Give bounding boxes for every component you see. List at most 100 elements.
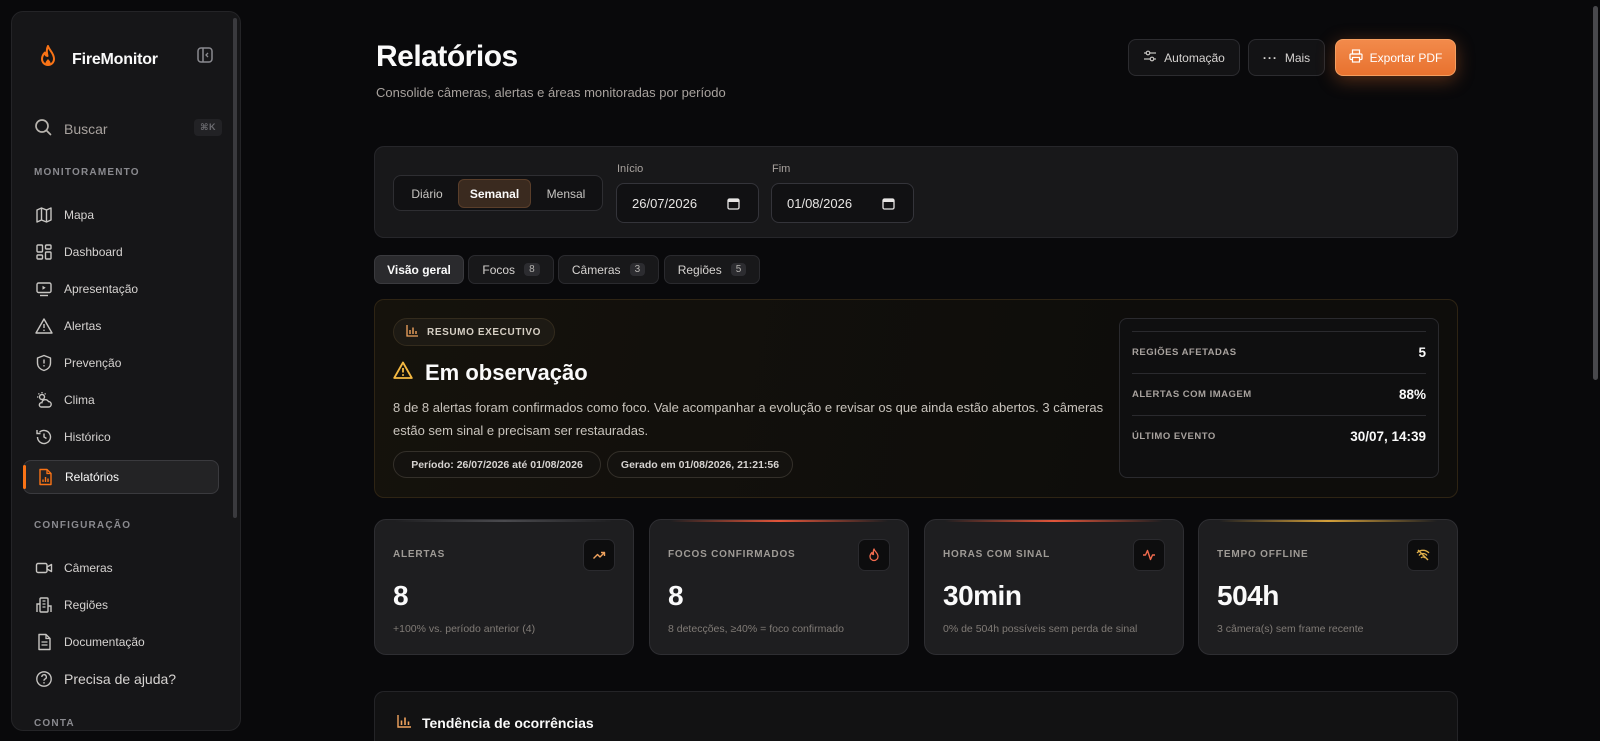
trend-up-icon bbox=[583, 539, 615, 571]
kpi-value: 30min bbox=[943, 580, 1022, 611]
automation-label: Automação bbox=[1164, 50, 1225, 65]
section-title-monitoramento: MONITORAMENTO bbox=[34, 167, 140, 178]
page-subtitle: Consolide câmeras, alertas e áreas monit… bbox=[376, 85, 726, 100]
sidebar-item-label: Relatórios bbox=[65, 470, 120, 484]
section-title-configuracao: CONFIGURAÇÃO bbox=[34, 520, 132, 531]
sidebar-item-cameras[interactable]: Câmeras bbox=[23, 551, 219, 585]
kpi-card-tempo-offline[interactable]: TEMPO OFFLINE 504h 3 câmera(s) sem frame… bbox=[1198, 519, 1458, 655]
stat-label: ALERTAS COM IMAGEM bbox=[1132, 389, 1252, 400]
sidebar-scrollbar[interactable] bbox=[233, 18, 237, 518]
sidebar-item-documentacao[interactable]: Documentação bbox=[23, 625, 219, 659]
tab-label: Regiões bbox=[677, 262, 722, 277]
more-button[interactable]: ··· Mais bbox=[1248, 39, 1325, 76]
history-icon bbox=[35, 428, 53, 446]
search-button[interactable]: Buscar ⌘K bbox=[34, 115, 222, 143]
sidebar-item-historico[interactable]: Histórico bbox=[23, 420, 219, 454]
sidebar-item-label: Mapa bbox=[64, 208, 95, 222]
stat-label: REGIÕES AFETADAS bbox=[1132, 347, 1237, 358]
start-date-label: Início bbox=[617, 163, 644, 175]
sidebar-item-alertas[interactable]: Alertas bbox=[23, 309, 219, 343]
page-scrollbar[interactable] bbox=[1593, 6, 1598, 380]
alert-icon bbox=[35, 317, 53, 335]
sidebar-item-label: Prevenção bbox=[64, 356, 122, 370]
end-date-value: 01/08/2026 bbox=[787, 195, 853, 211]
end-date-label: Fim bbox=[772, 163, 791, 175]
bar-chart-icon bbox=[397, 714, 412, 731]
sidebar-item-regioes[interactable]: Regiões bbox=[23, 588, 219, 622]
sidebar-item-label: Apresentação bbox=[64, 282, 139, 296]
tab-label: Visão geral bbox=[387, 262, 451, 277]
sidebar-item-label: Documentação bbox=[64, 635, 145, 649]
flame-icon bbox=[858, 539, 890, 571]
kpi-accent-line bbox=[945, 520, 1163, 522]
sidebar-item-apresentacao[interactable]: Apresentação bbox=[23, 272, 219, 306]
period-weekly-button[interactable]: Semanal bbox=[458, 179, 531, 208]
sidebar-item-prevencao[interactable]: Prevenção bbox=[23, 346, 219, 380]
kpi-accent-line bbox=[1219, 520, 1437, 522]
period-monthly-button[interactable]: Mensal bbox=[534, 179, 598, 208]
tab-cameras[interactable]: Câmeras 3 bbox=[558, 255, 659, 284]
printer-icon bbox=[1349, 49, 1363, 66]
stat-label: ÚLTIMO EVENTO bbox=[1132, 431, 1216, 442]
sidebar-item-label: Câmeras bbox=[64, 561, 113, 575]
period-daily-button[interactable]: Diário bbox=[398, 179, 456, 208]
section-title-conta: CONTA bbox=[34, 718, 75, 729]
sidebar-item-ajuda[interactable]: Precisa de ajuda? bbox=[23, 662, 219, 696]
shield-icon bbox=[35, 354, 53, 372]
search-icon bbox=[34, 118, 52, 141]
sidebar-item-label: Precisa de ajuda? bbox=[64, 671, 177, 687]
kpi-accent-line bbox=[670, 520, 888, 522]
tab-label: Focos bbox=[482, 262, 516, 277]
kpi-card-focos[interactable]: FOCOS CONFIRMADOS 8 8 detecções, ≥40% = … bbox=[649, 519, 909, 655]
tab-label: Câmeras bbox=[571, 262, 621, 277]
kpi-card-alertas[interactable]: ALERTAS 8 +100% vs. período anterior (4) bbox=[374, 519, 634, 655]
kpi-note: 8 detecções, ≥40% = foco confirmado bbox=[668, 623, 844, 635]
map-icon bbox=[35, 206, 53, 224]
tab-count-badge: 8 bbox=[524, 263, 540, 276]
sidebar-item-clima[interactable]: Clima bbox=[23, 383, 219, 417]
camera-icon bbox=[35, 559, 53, 577]
kpi-card-horas-sinal[interactable]: HORAS COM SINAL 30min 0% de 504h possíve… bbox=[924, 519, 1184, 655]
filter-panel: Diário Semanal Mensal Início 26/07/2026 … bbox=[374, 146, 1458, 238]
calendar-icon[interactable] bbox=[882, 197, 895, 213]
summary-stats-box: REGIÕES AFETADAS 5 ALERTAS COM IMAGEM 88… bbox=[1119, 318, 1439, 478]
end-date-input[interactable]: 01/08/2026 bbox=[771, 183, 914, 223]
automation-button[interactable]: Automação bbox=[1128, 39, 1240, 76]
calendar-icon[interactable] bbox=[727, 197, 740, 213]
export-pdf-button[interactable]: Exportar PDF bbox=[1335, 39, 1456, 76]
sidebar-item-label: Dashboard bbox=[64, 245, 123, 259]
period-pill: Período: 26/07/2026 até 01/08/2026 bbox=[393, 451, 601, 478]
sidebar-item-mapa[interactable]: Mapa bbox=[23, 198, 219, 232]
tab-visao-geral[interactable]: Visão geral bbox=[374, 255, 464, 284]
brand[interactable]: FireMonitor bbox=[38, 45, 158, 74]
kpi-note: +100% vs. período anterior (4) bbox=[393, 623, 536, 635]
kpi-label: TEMPO OFFLINE bbox=[1217, 549, 1309, 560]
sidebar: FireMonitor Buscar ⌘K MONITORAMENTO Mapa… bbox=[11, 11, 241, 731]
executive-summary-chip: RESUMO EXECUTIVO bbox=[393, 318, 555, 346]
sidebar-item-label: Histórico bbox=[64, 430, 111, 444]
tab-focos[interactable]: Focos 8 bbox=[468, 255, 554, 284]
tab-regioes[interactable]: Regiões 5 bbox=[664, 255, 760, 284]
sidebar-item-relatorios[interactable]: Relatórios bbox=[23, 460, 219, 494]
page-title: Relatórios bbox=[376, 40, 518, 73]
kpi-label: FOCOS CONFIRMADOS bbox=[668, 549, 796, 560]
app-name: FireMonitor bbox=[72, 50, 158, 68]
sliders-icon bbox=[1143, 49, 1157, 66]
kpi-value: 8 bbox=[668, 580, 684, 611]
stat-value: 30/07, 14:39 bbox=[1350, 429, 1426, 444]
executive-summary-label: RESUMO EXECUTIVO bbox=[427, 326, 542, 338]
report-icon bbox=[36, 468, 54, 486]
more-label: Mais bbox=[1284, 50, 1311, 65]
more-dots-icon: ··· bbox=[1262, 50, 1278, 65]
collapse-sidebar-icon[interactable] bbox=[196, 46, 216, 66]
tab-count-badge: 5 bbox=[730, 263, 747, 276]
search-shortcut: ⌘K bbox=[194, 119, 222, 136]
kpi-label: ALERTAS bbox=[393, 549, 446, 560]
summary-status-text: Em observação bbox=[425, 360, 588, 385]
help-icon bbox=[35, 670, 53, 688]
stat-value: 88% bbox=[1398, 387, 1426, 402]
sidebar-item-dashboard[interactable]: Dashboard bbox=[23, 235, 219, 269]
start-date-input[interactable]: 26/07/2026 bbox=[616, 183, 759, 223]
kpi-value: 504h bbox=[1217, 580, 1279, 611]
stat-row: REGIÕES AFETADAS 5 bbox=[1132, 331, 1426, 373]
